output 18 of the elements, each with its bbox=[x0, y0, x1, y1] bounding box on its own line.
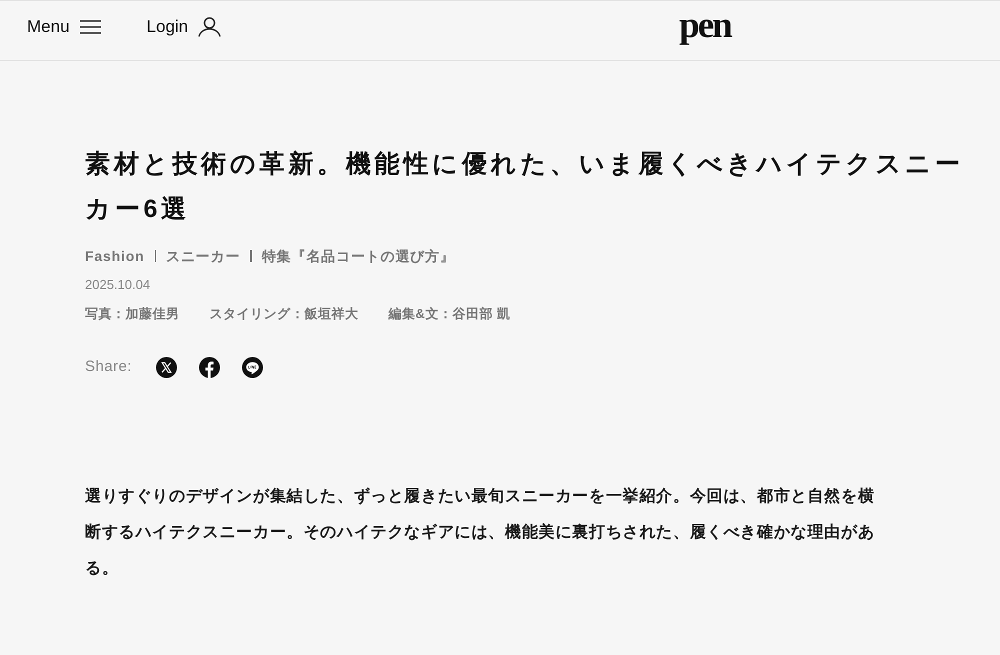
article-title: 素材と技術の革新。機能性に優れた、いま履くべきハイテクスニーカー6選 bbox=[85, 149, 964, 225]
site-logo[interactable]: pen bbox=[679, 8, 731, 44]
credit-text: 編集&文：谷田部 凱 bbox=[388, 305, 511, 323]
category-link[interactable]: 特集『名品コートの選び方』 bbox=[262, 246, 455, 266]
credit-text: 写真：加藤佳男 bbox=[85, 305, 180, 323]
user-icon bbox=[198, 16, 222, 36]
menu-button[interactable]: Menu bbox=[27, 14, 101, 40]
x-logo-icon[interactable] bbox=[156, 356, 177, 378]
menu-icon bbox=[80, 20, 101, 34]
speech-bubble-icon[interactable] bbox=[242, 356, 263, 378]
publish-date: 2025.10.04 bbox=[85, 276, 150, 294]
category-link[interactable]: Fashion bbox=[85, 246, 145, 266]
credit-text: スタイリング：飯垣祥大 bbox=[210, 305, 358, 323]
facebook-logo-icon[interactable] bbox=[198, 356, 220, 378]
share-label: Share: bbox=[85, 356, 132, 377]
category-link[interactable]: スニーカー bbox=[166, 246, 240, 266]
login-button[interactable]: Login bbox=[146, 14, 222, 40]
lead-paragraph: 選りすぐりのデザインが集結した、ずっと履きたい最旬スニーカーを一挙紹介。今回は、都市と自然を横断するハイテクスニーカー。そのハイテクなギアには、機能美に裏打ちされた、履くべき確かな理由がある。 bbox=[85, 486, 876, 579]
